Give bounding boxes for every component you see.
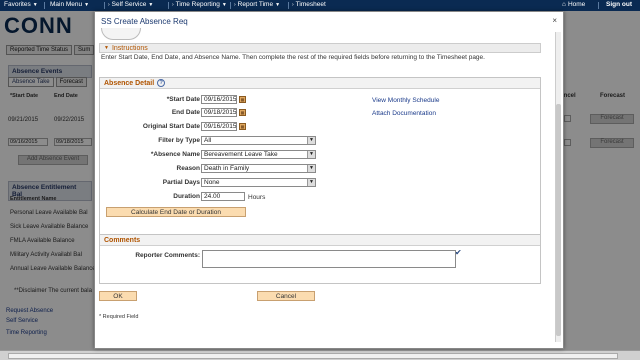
instructions-header[interactable]: ▼ Instructions: [99, 43, 541, 53]
nav-report-time[interactable]: › Report Time ▼: [234, 1, 280, 8]
vertical-scrollbar[interactable]: [555, 32, 561, 342]
absence-detail-header: Absence Detail ?: [100, 78, 540, 89]
nav-divider: [44, 2, 45, 9]
chevron-right-icon: ›: [234, 1, 236, 8]
chevron-down-icon: ▼: [84, 1, 90, 8]
spellcheck-icon[interactable]: ✔: [455, 248, 462, 257]
comments-panel: Comments Reporter Comments: ✔: [99, 234, 541, 284]
start-date-label: *Start Date: [166, 96, 200, 103]
calculate-end-date-button[interactable]: Calculate End Date or Duration: [106, 207, 246, 217]
required-field-note: * Required Field: [99, 314, 139, 320]
top-nav-bar: Favorites ▼ Main Menu ▼ › Self Service ▼ › Ti…: [0, 0, 640, 11]
reason-select[interactable]: Death in Family ▼: [201, 164, 316, 173]
nav-signout[interactable]: Sign out: [606, 1, 632, 8]
nav-home[interactable]: ⌂ Home: [562, 1, 585, 8]
absence-request-modal: SS Create Absence Req × ▼ Instructions E…: [94, 11, 564, 349]
duration-field[interactable]: 24.00: [201, 192, 245, 201]
ok-button[interactable]: OK: [99, 291, 137, 301]
help-icon[interactable]: ?: [157, 79, 166, 87]
filter-by-type-select[interactable]: All ▼: [201, 136, 316, 145]
original-start-date-field[interactable]: 09/16/2015: [201, 122, 237, 131]
nav-divider: [104, 2, 105, 9]
calendar-icon[interactable]: ▦: [239, 109, 246, 116]
partial-days-select[interactable]: None ▼: [201, 178, 316, 187]
horizontal-scrollbar[interactable]: [0, 350, 640, 360]
reporter-comments-textarea[interactable]: [202, 250, 456, 268]
comments-header: Comments: [100, 235, 540, 246]
nav-divider: [288, 2, 289, 9]
nav-time-reporting[interactable]: › Time Reporting ▼: [172, 1, 227, 8]
dropdown-arrow-icon: ▼: [307, 151, 315, 158]
nav-divider: [598, 2, 599, 9]
nav-timesheet[interactable]: › Timesheet: [292, 1, 326, 8]
view-monthly-schedule-link[interactable]: View Monthly Schedule: [372, 97, 439, 104]
end-date-label: End Date: [171, 109, 200, 116]
close-icon[interactable]: ×: [552, 16, 557, 25]
partial-days-label: Partial Days: [162, 179, 200, 186]
chevron-down-icon: ▼: [32, 1, 38, 8]
chevron-down-icon: ▼: [148, 1, 154, 8]
calendar-icon[interactable]: ▦: [239, 123, 246, 130]
nav-main-menu[interactable]: Main Menu ▼: [50, 1, 89, 8]
calendar-icon[interactable]: ▦: [239, 96, 246, 103]
dropdown-arrow-icon: ▼: [307, 165, 315, 172]
cancel-button[interactable]: Cancel: [257, 291, 315, 301]
dropdown-arrow-icon: ▼: [307, 137, 315, 144]
modal-title: SS Create Absence Req: [101, 17, 188, 26]
chevron-down-icon: ▼: [221, 1, 227, 8]
absence-detail-panel: Absence Detail ? *Start Date 09/16/2015 …: [99, 77, 541, 237]
collapse-triangle-icon: ▼: [104, 45, 109, 51]
modal-header-tab: [101, 28, 141, 40]
chevron-right-icon: ›: [292, 1, 294, 8]
start-date-field[interactable]: 09/16/2015: [201, 95, 237, 104]
nav-divider: [168, 2, 169, 9]
nav-favorites[interactable]: Favorites ▼: [4, 1, 38, 8]
absence-name-select[interactable]: Bereavement Leave Take ▼: [201, 150, 316, 159]
absence-name-label: *Absence Name: [150, 151, 200, 158]
scrollbar-thumb[interactable]: [8, 353, 618, 359]
filter-by-type-label: Filter by Type: [158, 137, 200, 144]
home-icon: ⌂: [562, 1, 566, 8]
nav-self-service[interactable]: › Self Service ▼: [108, 1, 153, 8]
hours-label: Hours: [248, 194, 266, 201]
duration-label: Duration: [173, 193, 200, 200]
attach-documentation-link[interactable]: Attach Documentation: [372, 110, 436, 117]
chevron-down-icon: ▼: [275, 1, 281, 8]
reason-label: Reason: [176, 165, 200, 172]
end-date-field[interactable]: 09/18/2015: [201, 108, 237, 117]
scrollbar-thumb[interactable]: [556, 104, 561, 336]
instructions-text: Enter Start Date, End Date, and Absence …: [101, 54, 485, 61]
chevron-right-icon: ›: [172, 1, 174, 8]
reporter-comments-label: Reporter Comments:: [135, 252, 200, 259]
chevron-right-icon: ›: [108, 1, 110, 8]
dropdown-arrow-icon: ▼: [307, 179, 315, 186]
original-start-date-label: Original Start Date: [142, 123, 200, 130]
nav-divider: [230, 2, 231, 9]
